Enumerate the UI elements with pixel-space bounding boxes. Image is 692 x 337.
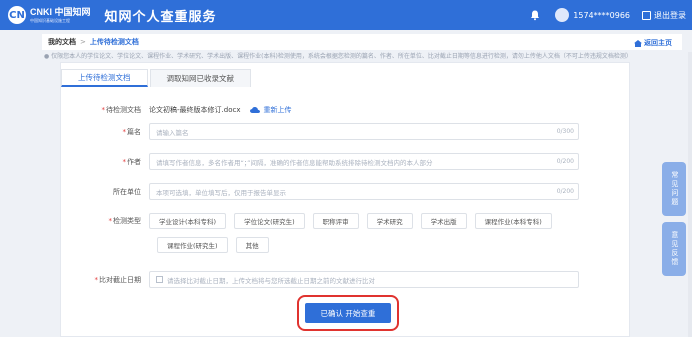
tab-upload[interactable]: 上传待检测文档 <box>61 69 148 87</box>
tab-fetch-cnki[interactable]: 调取知网已收录文献 <box>149 69 251 87</box>
type-option-title-review[interactable]: 职称评审 <box>312 213 359 229</box>
submit-highlight: 已确认 开始查重 <box>297 295 399 331</box>
type-label: 检测类型 <box>113 217 141 225</box>
type-option-other[interactable]: 其他 <box>235 237 269 253</box>
cnki-logo-mark: CN <box>8 6 26 24</box>
bell-icon[interactable] <box>529 9 541 21</box>
required-mark: * <box>122 127 127 136</box>
unit-placeholder: 本项可选填，单位填写后，仅用于报告单显示 <box>156 188 286 197</box>
uploaded-filename: 论文初稿-最终版本修订.docx <box>149 106 241 114</box>
type-option-graduate-thesis[interactable]: 学位论文(研究生) <box>234 213 305 229</box>
calendar-icon <box>156 276 163 283</box>
top-header: CN CNKI 中国知网 中国知识基础设施工程 知网个人查重服务 1574***… <box>0 0 692 30</box>
unit-counter: 0/200 <box>556 188 574 195</box>
faq-label: 常见问题 <box>670 171 679 207</box>
page-scrollbar[interactable] <box>688 52 692 337</box>
breadcrumb-my-documents[interactable]: 我的文档 <box>48 37 76 47</box>
reupload-button[interactable]: 重新上传 <box>250 105 291 115</box>
app-title: 知网个人查重服务 <box>104 9 217 25</box>
type-option-coursework-undergrad[interactable]: 课程作业(本科专科) <box>474 213 552 229</box>
author-label: 作者 <box>127 157 141 166</box>
faq-button[interactable]: 常见问题 <box>662 162 686 216</box>
logout-link[interactable]: 退出登录 <box>654 10 686 21</box>
cloud-upload-icon <box>250 107 261 113</box>
feedback-label: 意见反馈 <box>670 231 679 267</box>
title-row: *篇名 请输入篇名 0/300 <box>61 123 579 140</box>
required-mark: * <box>94 275 99 284</box>
author-input[interactable]: 请填写作者信息，多名作者用“；”间隔，准确的作者信息能帮助系统排除待检测文档内的… <box>149 153 579 170</box>
required-mark: * <box>101 106 106 114</box>
logo-subtitle: 中国知识基础设施工程 <box>30 17 70 23</box>
title-counter: 0/300 <box>556 128 574 135</box>
type-row-2: 课程作业(研究生) 其他 <box>157 237 277 253</box>
home-icon <box>634 39 642 47</box>
type-option-coursework-graduate[interactable]: 课程作业(研究生) <box>157 237 228 253</box>
logo-brand: CNKI 中国知网 <box>30 6 91 17</box>
back-home-link[interactable]: 返回主页 <box>634 38 672 48</box>
title-label: 篇名 <box>127 127 141 136</box>
unit-input[interactable]: 本项可选填，单位填写后，仅用于报告单显示 0/200 <box>149 183 579 200</box>
type-option-undergrad-design[interactable]: 学业设计(本科专科) <box>149 213 227 229</box>
breadcrumb: 我的文档 > 上传待检测文档 返回主页 <box>42 34 682 50</box>
type-option-academic-publishing[interactable]: 学术出版 <box>420 213 467 229</box>
required-mark: * <box>108 217 113 225</box>
feedback-button[interactable]: 意见反馈 <box>662 222 686 276</box>
start-check-button[interactable]: 已确认 开始查重 <box>305 303 391 323</box>
logout-icon[interactable] <box>642 10 651 20</box>
author-counter: 0/200 <box>556 158 574 165</box>
author-row: *作者 请填写作者信息，多名作者用“；”间隔，准确的作者信息能帮助系统排除待检测… <box>61 153 579 170</box>
tab-bar: 上传待检测文档 调取知网已收录文献 <box>61 69 253 87</box>
reupload-label: 重新上传 <box>263 106 292 114</box>
upload-panel: 上传待检测文档 调取知网已收录文献 *待检测文档 论文初稿-最终版本修订.doc… <box>60 62 630 337</box>
type-option-academic-research[interactable]: 学术研究 <box>366 213 413 229</box>
breadcrumb-current: 上传待检测文档 <box>89 38 139 46</box>
avatar[interactable] <box>555 8 570 22</box>
type-row-1: *检测类型 学业设计(本科专科) 学位论文(研究生) 职称评审 学术研究 学术出… <box>61 213 560 229</box>
unit-row: 所在单位 本项可选填，单位填写后，仅用于报告单显示 0/200 <box>61 183 579 200</box>
title-input[interactable]: 请输入篇名 0/300 <box>149 123 579 140</box>
date-placeholder: 请选择比对截止日期，上传文档将与您所选截止日期之前的文献进行比对 <box>167 276 375 285</box>
author-placeholder: 请填写作者信息，多名作者用“；”间隔，准确的作者信息能帮助系统排除待检测文档内的… <box>156 158 433 167</box>
file-label: 待检测文档 <box>106 106 141 114</box>
file-row: *待检测文档 论文初稿-最终版本修订.docx 重新上传 <box>61 105 292 115</box>
user-name[interactable]: 1574****0966 <box>573 11 630 20</box>
back-home-label: 返回主页 <box>644 39 672 47</box>
title-placeholder: 请输入篇名 <box>156 128 189 137</box>
date-row: *比对截止日期 请选择比对截止日期，上传文档将与您所选截止日期之前的文献进行比对 <box>61 271 579 288</box>
notice-text: ● 仅限您本人的学位论文、学位论文、课程作业、学术研究、学术出版、课程作业(本科… <box>44 53 632 59</box>
date-label: 比对截止日期 <box>99 275 141 284</box>
cnki-logo[interactable]: CN CNKI 中国知网 中国知识基础设施工程 <box>8 6 91 24</box>
unit-label: 所在单位 <box>113 187 141 196</box>
required-mark: * <box>122 157 127 166</box>
breadcrumb-separator: > <box>80 38 86 46</box>
date-input[interactable]: 请选择比对截止日期，上传文档将与您所选截止日期之前的文献进行比对 <box>149 271 579 288</box>
